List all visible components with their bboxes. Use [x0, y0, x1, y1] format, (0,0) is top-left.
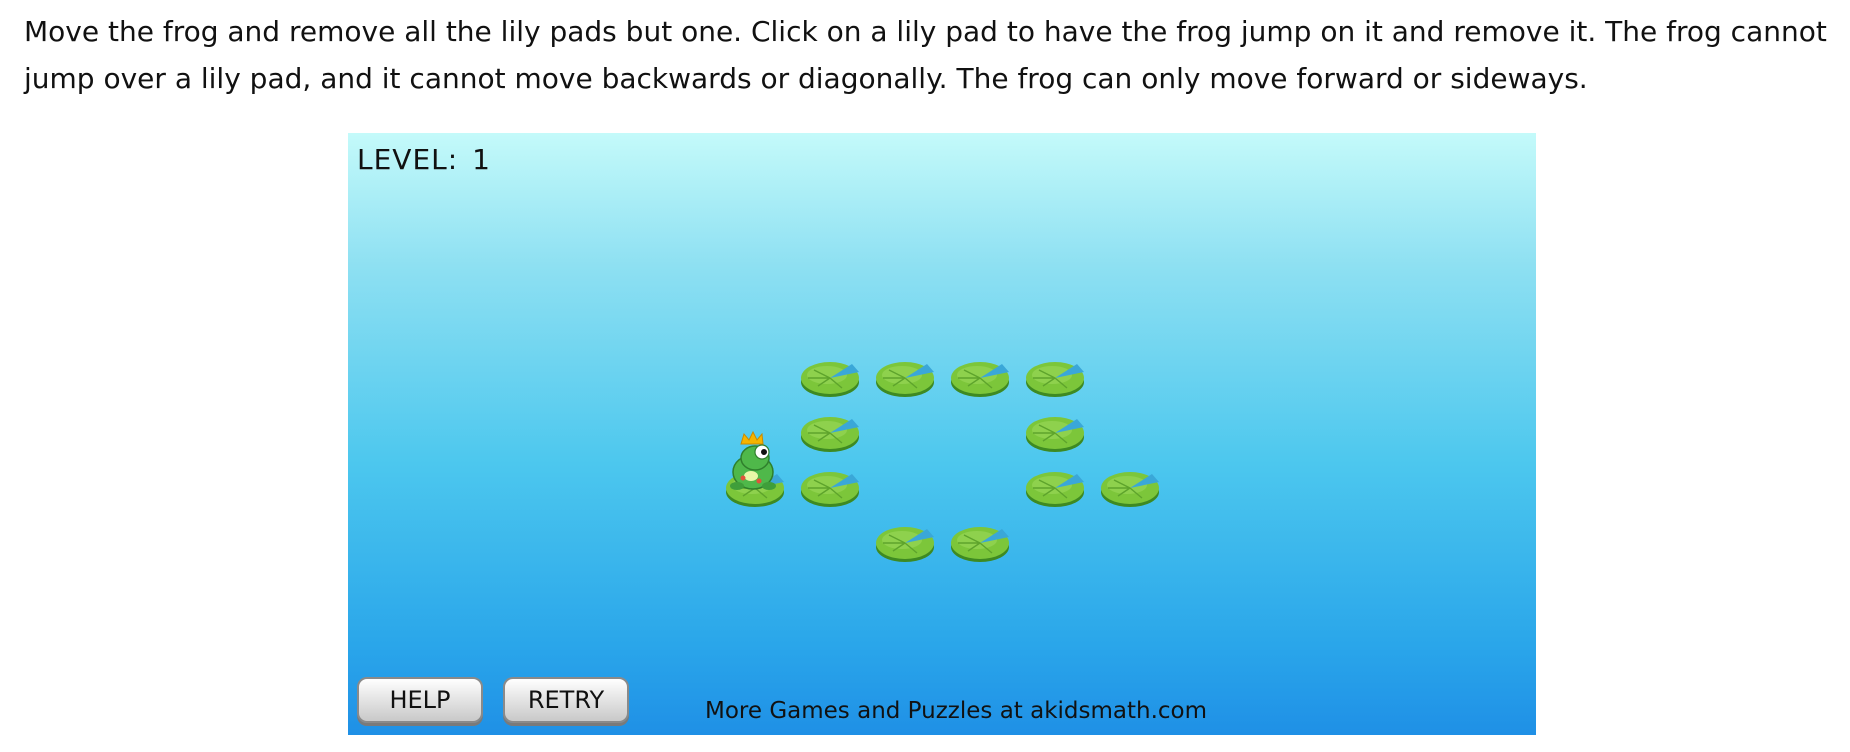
- frog-icon: [725, 430, 785, 492]
- lily-pad[interactable]: [800, 468, 860, 508]
- lily-pad[interactable]: [950, 358, 1010, 398]
- lily-pad[interactable]: [1025, 358, 1085, 398]
- instructions-text: Move the frog and remove all the lily pa…: [24, 15, 1827, 95]
- level-indicator: LEVEL: 1: [357, 143, 491, 176]
- game-board: LEVEL: 1 HELP RETRY More Games and Puzzle…: [348, 133, 1536, 735]
- level-value: 1: [472, 143, 491, 176]
- help-button[interactable]: HELP: [357, 677, 483, 723]
- lily-pad[interactable]: [1025, 468, 1085, 508]
- lily-pad[interactable]: [1100, 468, 1160, 508]
- lily-pad[interactable]: [800, 358, 860, 398]
- lily-pad[interactable]: [875, 523, 935, 563]
- more-games-link[interactable]: More Games and Puzzles at akidsmath.com: [705, 698, 1207, 724]
- level-label: LEVEL:: [357, 143, 459, 176]
- retry-button[interactable]: RETRY: [503, 677, 629, 723]
- lily-pad[interactable]: [800, 413, 860, 453]
- lily-pad[interactable]: [875, 358, 935, 398]
- lily-pad[interactable]: [1025, 413, 1085, 453]
- lily-pad[interactable]: [950, 523, 1010, 563]
